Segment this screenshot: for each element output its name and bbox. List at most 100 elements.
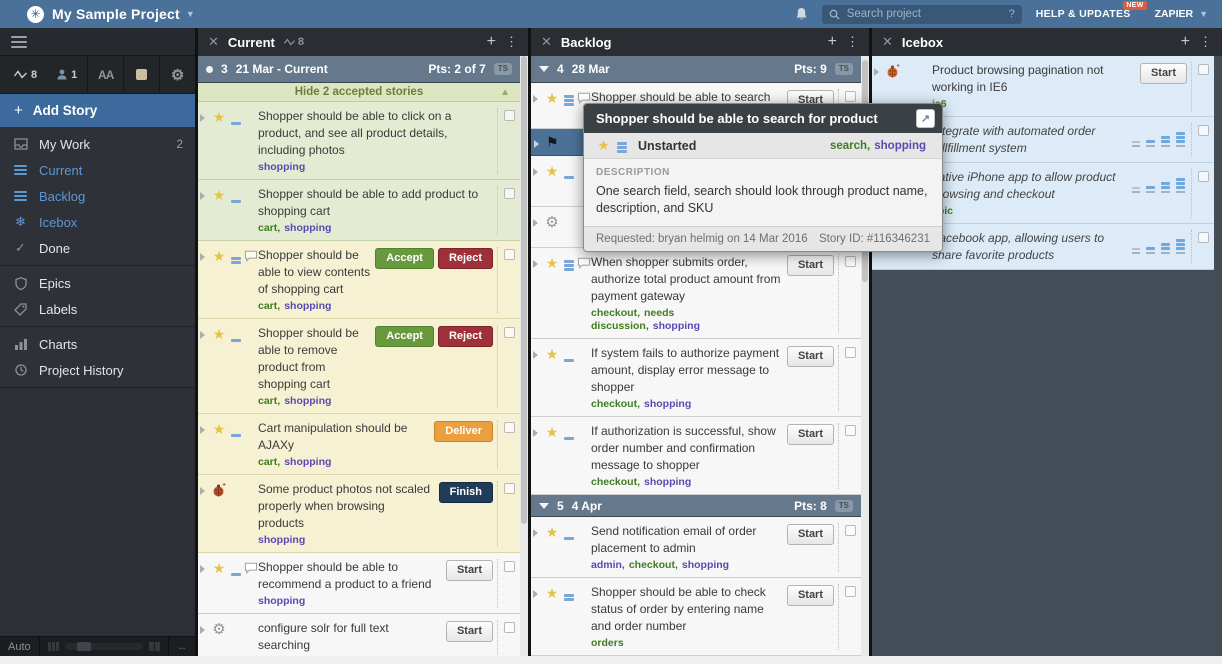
points-toggle-badge[interactable]: TS xyxy=(494,63,512,75)
start-button[interactable]: Start xyxy=(446,560,493,581)
story-label[interactable]: search, xyxy=(830,140,870,152)
expander-icon[interactable] xyxy=(534,136,543,148)
story-label[interactable]: shopping xyxy=(284,300,331,312)
accept-button[interactable]: Accept xyxy=(375,326,434,347)
collapse-triangle-icon[interactable] xyxy=(539,503,549,509)
points-toggle-badge[interactable]: TS xyxy=(835,63,853,75)
width-slider-track[interactable] xyxy=(65,643,143,650)
points-toggle-badge[interactable]: TS xyxy=(835,500,853,512)
story-label[interactable]: shopping xyxy=(682,559,729,571)
expander-icon[interactable] xyxy=(533,347,542,359)
reject-button[interactable]: Reject xyxy=(438,248,493,269)
story-label[interactable]: orders xyxy=(591,637,624,649)
expander-icon[interactable] xyxy=(533,425,542,437)
density-toggle[interactable] xyxy=(123,56,159,93)
story-row[interactable]: ★ Shopper should be able to view content… xyxy=(198,241,520,319)
accept-button[interactable]: Accept xyxy=(375,248,434,269)
close-panel-icon[interactable]: ✕ xyxy=(541,34,552,50)
story-label[interactable]: admin, xyxy=(591,559,625,571)
story-row[interactable]: ★ Cart manipulation should be AJAXy cart… xyxy=(198,414,520,475)
story-label[interactable]: checkout, xyxy=(591,398,640,410)
story-label[interactable]: shopping xyxy=(258,534,305,546)
expander-icon[interactable] xyxy=(533,525,542,537)
sidebar-item-charts[interactable]: Charts xyxy=(0,331,195,357)
story-checkbox[interactable] xyxy=(1191,169,1211,218)
estimate-widget[interactable] xyxy=(1132,169,1191,193)
close-panel-icon[interactable]: ✕ xyxy=(882,34,893,50)
story-label[interactable]: checkout, xyxy=(591,307,640,319)
estimate-3-button[interactable] xyxy=(1176,239,1185,254)
iteration-header[interactable]: 3 21 Mar - Current Pts: 2 of 7 TS xyxy=(198,56,520,83)
story-label[interactable]: shopping xyxy=(653,320,700,332)
estimate-3-button[interactable] xyxy=(1176,178,1185,193)
sidebar-item-my-work[interactable]: My Work 2 xyxy=(0,131,195,157)
story-checkbox[interactable] xyxy=(497,420,517,469)
estimate-2-button[interactable] xyxy=(1161,136,1170,147)
expander-icon[interactable] xyxy=(200,622,209,634)
expander-icon[interactable] xyxy=(200,110,209,122)
expander-icon[interactable] xyxy=(200,561,209,573)
sidebar-item-icebox[interactable]: ❄ Icebox xyxy=(0,209,195,235)
expander-icon[interactable] xyxy=(533,164,542,176)
sidebar-item-epics[interactable]: Epics xyxy=(0,270,195,296)
sidebar-item-project-history[interactable]: Project History xyxy=(0,357,195,383)
sidebar-item-current[interactable]: Current xyxy=(0,157,195,183)
story-label[interactable]: shopping xyxy=(258,161,305,173)
panel-size-slider[interactable] xyxy=(40,637,169,656)
story-checkbox[interactable] xyxy=(838,584,858,650)
story-label[interactable]: cart, xyxy=(258,395,280,407)
estimate-1-button[interactable] xyxy=(1146,247,1155,254)
start-button[interactable]: Start xyxy=(787,585,834,606)
add-story-icon[interactable]: + xyxy=(1181,33,1190,51)
font-size-toggle[interactable]: AA xyxy=(87,56,123,93)
story-checkbox[interactable] xyxy=(497,186,517,235)
scrollbar-thumb[interactable] xyxy=(521,56,527,524)
expander-icon[interactable] xyxy=(874,64,883,76)
start-button[interactable]: Start xyxy=(787,424,834,445)
story-label[interactable]: cart, xyxy=(258,456,280,468)
story-checkbox[interactable] xyxy=(497,247,517,313)
story-checkbox[interactable] xyxy=(497,325,517,408)
story-label[interactable]: shopping xyxy=(284,222,331,234)
story-label[interactable]: shopping xyxy=(284,395,331,407)
expander-icon[interactable] xyxy=(200,188,209,200)
project-title[interactable]: My Sample Project xyxy=(52,6,180,22)
auto-width-button[interactable]: Auto xyxy=(0,637,40,656)
story-label[interactable]: shopping xyxy=(644,476,691,488)
expander-icon[interactable] xyxy=(533,91,542,103)
story-label[interactable]: checkout, xyxy=(629,559,678,571)
sidebar-item-done[interactable]: ✓ Done xyxy=(0,235,195,261)
expand-panels-button[interactable]: ↔ xyxy=(169,637,196,656)
help-updates-link[interactable]: HELP & UPDATES NEW xyxy=(1036,8,1131,20)
expander-icon[interactable] xyxy=(200,249,209,261)
estimate-widget[interactable] xyxy=(1132,230,1191,254)
settings-button[interactable]: ⚙ xyxy=(159,56,195,93)
story-label[interactable]: shopping xyxy=(874,140,926,152)
width-slider-thumb[interactable] xyxy=(77,642,91,651)
add-story-icon[interactable]: + xyxy=(828,33,837,51)
story-row[interactable]: ★ If authorization is successful, show o… xyxy=(531,417,861,495)
story-label[interactable]: cart, xyxy=(258,222,280,234)
story-checkbox[interactable] xyxy=(497,620,517,656)
story-checkbox[interactable] xyxy=(1191,62,1211,111)
start-button[interactable]: Start xyxy=(787,346,834,367)
sidebar-item-labels[interactable]: Labels xyxy=(0,296,195,322)
story-row[interactable]: ⚙ configure solr for full text searching… xyxy=(198,614,520,656)
estimate-0-button[interactable] xyxy=(1132,248,1140,254)
story-row[interactable]: ★ Shopper should be able to check status… xyxy=(531,578,861,656)
add-story-button[interactable]: + Add Story xyxy=(0,94,195,127)
expander-icon[interactable] xyxy=(200,483,209,495)
expander-icon[interactable] xyxy=(200,327,209,339)
story-row[interactable]: ★ If system fails to authorize payment a… xyxy=(531,339,861,417)
story-checkbox[interactable] xyxy=(497,481,517,547)
panel-menu-icon[interactable]: ⋮ xyxy=(505,34,518,50)
story-row[interactable]: ★ Shopper should be able to add product … xyxy=(198,180,520,241)
story-label[interactable]: shopping xyxy=(284,456,331,468)
project-dropdown-caret-icon[interactable]: ▼ xyxy=(186,9,195,19)
story-checkbox[interactable] xyxy=(838,345,858,411)
expander-icon[interactable] xyxy=(533,256,542,268)
panel-menu-icon[interactable]: ⋮ xyxy=(1199,34,1212,50)
add-story-icon[interactable]: + xyxy=(487,33,496,51)
notifications-bell-icon[interactable] xyxy=(795,7,808,21)
story-row[interactable]: ★ Shopper should be able to recommend a … xyxy=(198,553,520,614)
